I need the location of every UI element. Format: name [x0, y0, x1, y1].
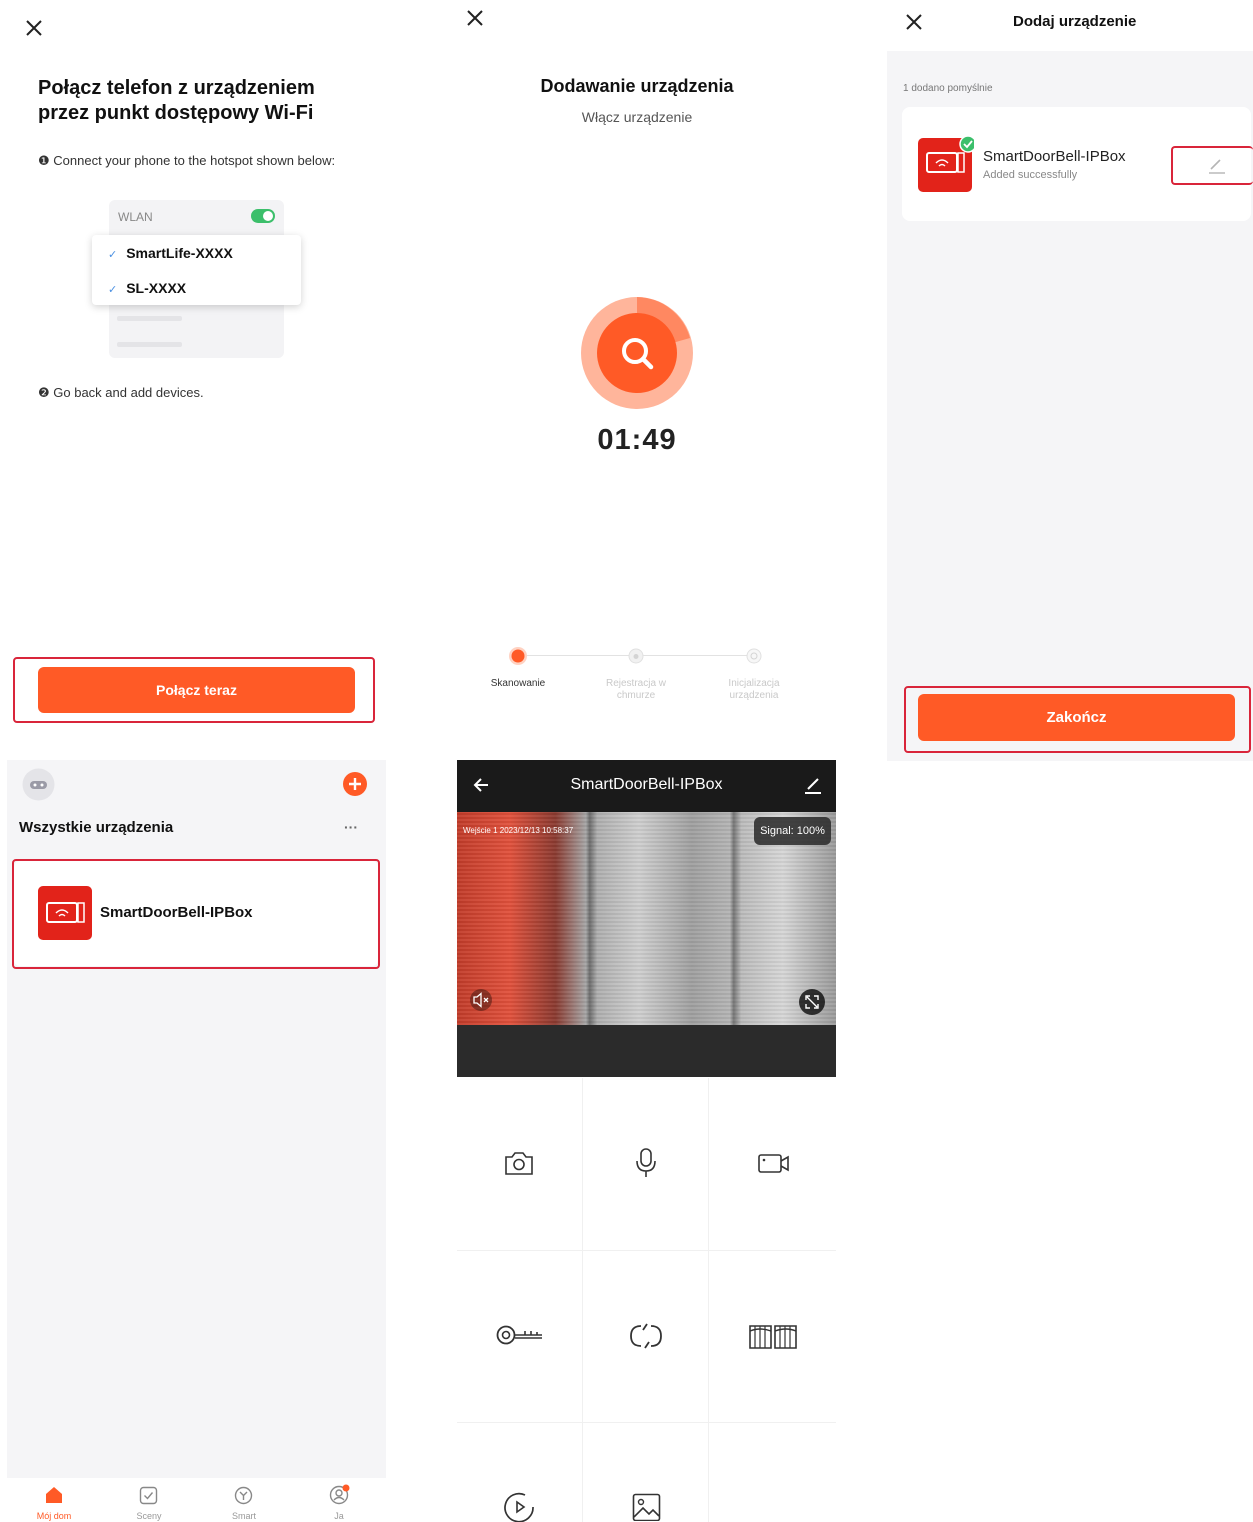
microphone-icon[interactable] — [635, 1147, 657, 1179]
close-icon[interactable] — [25, 19, 43, 37]
avatar[interactable] — [22, 768, 55, 801]
device-status: Added successfully — [983, 169, 1078, 181]
grid-divider — [457, 1250, 836, 1251]
video-controls-bar — [457, 1025, 836, 1077]
video-timestamp: Wejście 1 2023/12/13 10:58:37 — [463, 826, 574, 835]
ssid-popup: ✓ SmartLife-XXXX ✓ SL-XXXX — [92, 235, 301, 305]
ssid-item: ✓ SL-XXXX — [108, 280, 186, 296]
ssid-label: SmartLife-XXXX — [126, 245, 233, 261]
search-icon — [580, 296, 694, 410]
fullscreen-icon[interactable] — [798, 988, 826, 1016]
edit-icon[interactable] — [1207, 155, 1227, 175]
page-title: Dodawanie urządzenia — [540, 76, 734, 96]
connect-now-button[interactable]: Połącz teraz — [38, 667, 355, 713]
gallery-icon[interactable] — [632, 1493, 661, 1521]
grid-divider — [582, 1078, 583, 1522]
unlock-key-icon[interactable] — [495, 1323, 545, 1347]
page-title: SmartDoorBell-IPBox — [570, 776, 723, 793]
check-icon: ✓ — [108, 249, 118, 261]
check-icon: ✓ — [108, 284, 118, 296]
wlan-toggle — [251, 209, 275, 223]
doorbell-device-icon — [38, 886, 92, 940]
finish-button[interactable]: Zakończ — [918, 694, 1235, 741]
step-indicator-active — [508, 646, 528, 666]
switch-camera-icon[interactable] — [627, 1322, 665, 1350]
profile-icon[interactable] — [329, 1484, 351, 1505]
add-icon[interactable] — [343, 772, 367, 796]
snapshot-camera-icon[interactable] — [503, 1149, 535, 1177]
tab-me[interactable]: Ja — [309, 1511, 369, 1521]
countdown-timer: 01:49 — [597, 424, 677, 456]
section-title: Wszystkie urządzenia — [19, 819, 174, 836]
close-icon[interactable] — [466, 9, 484, 27]
more-icon[interactable]: ··· — [344, 819, 358, 835]
step-label: Inicjalizacja urządzenia — [728, 678, 780, 701]
home-icon[interactable] — [44, 1486, 64, 1504]
page-title: Dodaj urządzenie — [1013, 13, 1137, 30]
close-icon[interactable] — [905, 13, 923, 31]
cloud-step-icon — [628, 648, 644, 664]
doorbell-device-icon — [918, 136, 974, 192]
gate-icon[interactable] — [748, 1322, 798, 1350]
device-name: SmartDoorBell-IPBox — [983, 148, 1126, 165]
step-label: Rejestracja w chmurze — [605, 678, 667, 701]
ssid-item: ✓ SmartLife-XXXX — [108, 245, 233, 261]
smart-icon[interactable] — [234, 1486, 253, 1505]
added-count: 1 dodano pomyślnie — [903, 83, 993, 94]
grid-divider — [708, 1078, 709, 1522]
tab-scenes[interactable]: Sceny — [119, 1511, 179, 1521]
edit-icon[interactable] — [804, 776, 822, 794]
page-subtitle: Włącz urządzenie — [581, 109, 693, 125]
placeholder-line — [117, 342, 182, 347]
video-record-icon[interactable] — [757, 1152, 791, 1174]
playback-icon[interactable] — [503, 1492, 537, 1522]
device-name: SmartDoorBell-IPBox — [100, 904, 253, 921]
step-label: Skanowanie — [490, 678, 546, 689]
step-2-instruction: ❷ Go back and add devices. — [38, 385, 204, 400]
scenes-icon[interactable] — [139, 1486, 158, 1505]
tab-home[interactable]: Mój dom — [24, 1511, 84, 1521]
ssid-label: SL-XXXX — [126, 280, 187, 296]
placeholder-line — [117, 316, 182, 321]
mute-icon[interactable] — [469, 989, 493, 1011]
page-title: Połącz telefon z urządzeniem przez punkt… — [38, 77, 315, 124]
wlan-label: WLAN — [118, 210, 153, 224]
tab-smart[interactable]: Smart — [214, 1511, 274, 1521]
step-1-instruction: ❶ Connect your phone to the hotspot show… — [38, 153, 336, 168]
grid-divider — [457, 1422, 836, 1423]
signal-badge: Signal: 100% — [754, 817, 831, 845]
init-step-icon — [746, 648, 762, 664]
